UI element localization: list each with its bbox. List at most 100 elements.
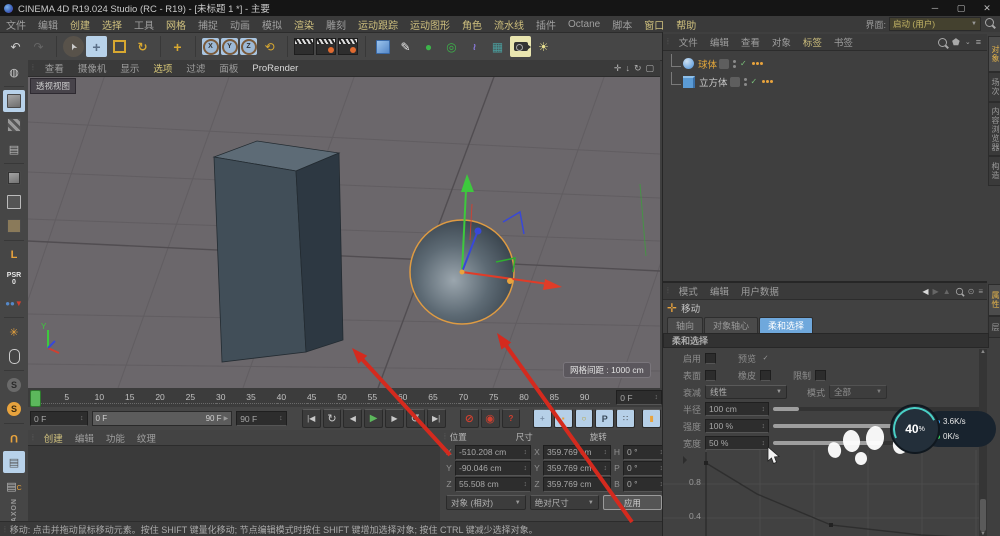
maximize-button[interactable]: ▢ [948, 3, 974, 14]
copy-paste-button[interactable]: ●●▼ [3, 292, 25, 314]
panel-grip-icon[interactable]: ⦙ [440, 432, 450, 442]
key-pla-toggle[interactable]: ∷ [616, 409, 635, 428]
scroll-down-icon[interactable]: ▼ [979, 531, 987, 536]
scroll-up-icon[interactable]: ▲ [979, 349, 987, 355]
menu-help[interactable]: 帮助 [670, 17, 702, 32]
om-menu-edit[interactable]: 编辑 [704, 35, 735, 49]
path-icon[interactable]: ⌄ [965, 38, 971, 46]
texture-mode-button[interactable] [3, 114, 25, 136]
autokey-button[interactable]: ◉ [481, 409, 500, 428]
vp-menu-panel[interactable]: 面板 [212, 61, 245, 75]
visibility-dots-icon[interactable] [733, 60, 736, 68]
tab-structure[interactable]: 构造 [988, 156, 1000, 186]
tab-axis[interactable]: 轴向 [667, 317, 703, 334]
coordinate-system-button[interactable]: ⟲ [259, 36, 280, 57]
polygons-mode-button[interactable] [3, 215, 25, 237]
y-axis-lock-button[interactable]: Y [221, 38, 238, 55]
tab-content-browser[interactable]: 内容浏览器 [988, 102, 1000, 156]
maximize-view-icon[interactable]: ▢ [645, 63, 654, 74]
render-view-button[interactable] [294, 38, 314, 55]
add-environment-button[interactable]: ▦ [487, 36, 508, 57]
eraser-checkbox[interactable] [760, 370, 771, 381]
close-button[interactable]: ✕ [974, 3, 1000, 14]
mat-menu-function[interactable]: 功能 [100, 431, 131, 445]
pos-x-field[interactable]: -510.208 cm↕ [455, 445, 531, 460]
add-generator-button[interactable]: ● [418, 36, 439, 57]
menu-motion-tracker[interactable]: 运动跟踪 [352, 17, 404, 32]
object-name[interactable]: 立方体 [699, 75, 728, 89]
viewport[interactable]: ⦙ 查看 摄像机 显示 选项 过滤 面板 ProRender ✛ ↓ ↻ ▢ 透… [28, 60, 660, 388]
om-menu-view[interactable]: 查看 [735, 35, 766, 49]
spinner-icon[interactable]: ↕ [279, 415, 283, 422]
object-name[interactable]: 球体 [698, 57, 717, 71]
current-frame-field[interactable]: 0 F↕ [30, 411, 88, 426]
am-menu-mode[interactable]: 模式 [673, 284, 704, 298]
size-z-field[interactable]: 359.769 cm↕ [543, 477, 611, 492]
size-x-field[interactable]: 359.769 cm↕ [543, 445, 611, 460]
key-scale-toggle[interactable]: ▪ [554, 409, 573, 428]
mode-dropdown[interactable]: 全部▼ [829, 385, 887, 399]
panel-menu-icon[interactable]: ≡ [978, 287, 983, 296]
tab-soft-selection[interactable]: 柔和选择 [759, 317, 813, 334]
move-tool-button[interactable]: + [86, 36, 107, 57]
size-mode-dropdown[interactable]: 绝对尺寸▼ [530, 495, 599, 510]
enabled-check-icon[interactable]: ✓ [740, 59, 747, 68]
solo-on-button[interactable]: S [3, 398, 25, 420]
om-menu-tags[interactable]: 标签 [797, 35, 828, 49]
search-icon[interactable] [938, 38, 947, 47]
redo-button[interactable]: ↷ [28, 36, 49, 57]
rot-b-field[interactable]: 0 °↕ [623, 477, 667, 492]
menu-script[interactable]: 脚本 [606, 17, 638, 32]
menu-create[interactable]: 创建 [64, 17, 96, 32]
history-back-icon[interactable]: ◀ [922, 287, 928, 296]
key-rotation-toggle[interactable]: ○ [575, 409, 594, 428]
goto-start-button[interactable]: |◀ [302, 409, 321, 428]
key-position-toggle[interactable]: + [533, 409, 552, 428]
menu-render[interactable]: 渲染 [288, 17, 320, 32]
next-frame-button[interactable]: ▶ [385, 409, 404, 428]
section-header[interactable]: 柔和选择 [663, 333, 989, 348]
render-region-button[interactable] [316, 38, 336, 55]
mouse-input-button[interactable] [3, 345, 25, 367]
rotate-view-icon[interactable]: ↻ [634, 63, 642, 74]
add-bend-button[interactable]: ~ [464, 36, 485, 57]
menu-select[interactable]: 选择 [96, 17, 128, 32]
snap-button[interactable]: ✳ [3, 321, 25, 343]
add-camera-button[interactable] [510, 36, 531, 57]
om-menu-objects[interactable]: 对象 [766, 35, 797, 49]
vp-menu-prorender[interactable]: ProRender [245, 63, 305, 74]
size-y-field[interactable]: 359.769 cm↕ [543, 461, 611, 476]
model-mode-button[interactable] [3, 90, 25, 112]
enabled-check-icon[interactable]: ✓ [751, 77, 758, 86]
live-selection-button[interactable]: ➤ [63, 36, 84, 57]
pos-z-field[interactable]: 55.508 cm↕ [455, 477, 531, 492]
menu-mesh[interactable]: 网格 [160, 17, 192, 32]
mat-menu-texture[interactable]: 纹理 [131, 431, 162, 445]
menu-tools[interactable]: 工具 [128, 17, 160, 32]
lock-icon[interactable]: ⊙ [968, 287, 975, 296]
undo-button[interactable]: ↶ [5, 36, 26, 57]
texture-tag-icon[interactable] [752, 62, 763, 65]
menu-edit[interactable]: 编辑 [32, 17, 64, 32]
play-backwards-button[interactable]: ↺ [406, 409, 425, 428]
layer-tag-icon[interactable] [730, 77, 740, 87]
tab-attributes[interactable]: 属性 [988, 284, 1000, 316]
record-keyframe-button[interactable]: ⊘ [460, 409, 479, 428]
prev-frame-button[interactable]: ◀ [343, 409, 362, 428]
ruler-frame-field[interactable]: 0 F↕ [616, 390, 662, 405]
limit-checkbox[interactable] [815, 370, 826, 381]
keyframe-selection-button[interactable]: ? [502, 409, 521, 428]
end-frame-field[interactable]: 90 F↕ [236, 411, 286, 426]
panel-grip-icon[interactable]: ⦙ [28, 433, 38, 443]
tab-takes[interactable]: 场次 [988, 72, 1000, 102]
interface-dropdown[interactable]: 启动 (用户) ▼ [889, 17, 981, 31]
edges-mode-button[interactable] [3, 191, 25, 213]
add-spline-button[interactable]: ✎ [395, 36, 416, 57]
parent-icon[interactable]: ▲ [943, 287, 951, 296]
zoom-view-icon[interactable]: ↓ [625, 63, 630, 74]
tab-objects[interactable]: 对象 [988, 36, 1000, 72]
menu-plugins[interactable]: 插件 [530, 17, 562, 32]
play-button[interactable]: ▶ [364, 409, 383, 428]
menu-character[interactable]: 角色 [456, 17, 488, 32]
mat-menu-create[interactable]: 创建 [38, 431, 69, 445]
